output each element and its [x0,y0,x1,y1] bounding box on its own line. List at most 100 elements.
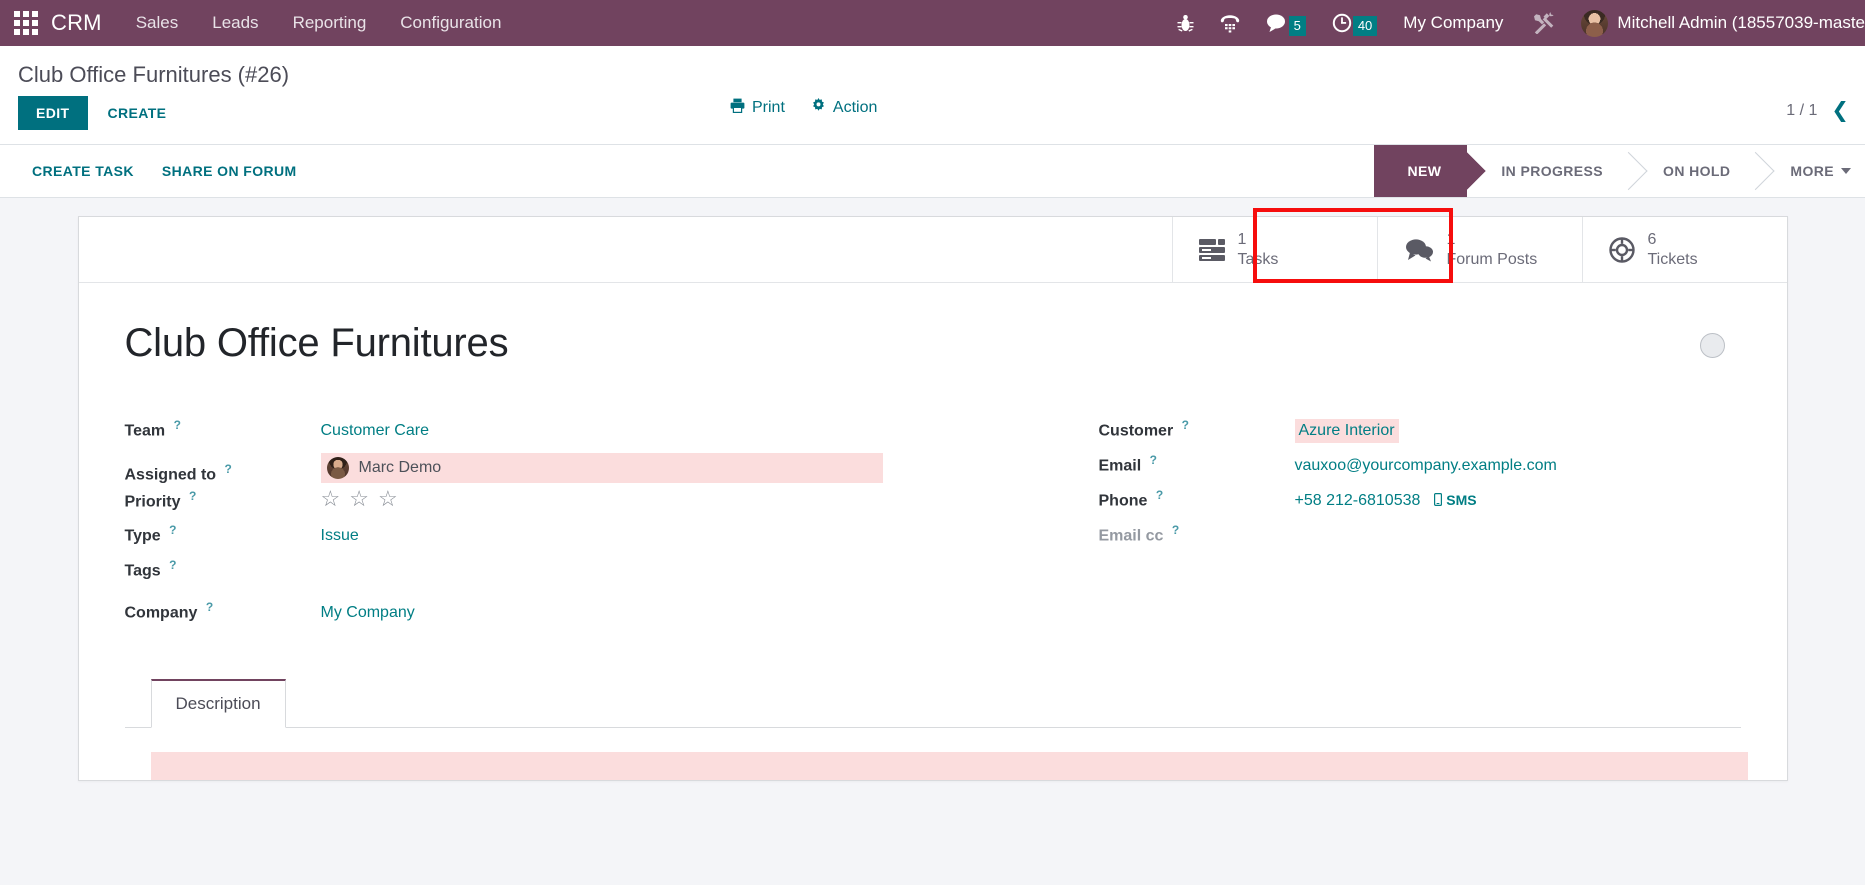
field-customer: Customer ? Azure Interior [1099,418,1741,453]
field-customer-value[interactable]: Azure Interior [1294,419,1399,444]
field-email-cc-label-text: Email cc [1098,527,1164,545]
user-menu[interactable]: Mitchell Admin (18557039-maste [1617,13,1865,33]
form-sheet-wrapper: 1 Tasks 1 Forum Posts 6 Tickets Club Off… [0,198,1865,781]
field-team-value[interactable]: Customer Care [321,422,429,440]
forum-posts-count: 1 [1446,230,1456,248]
menu-leads[interactable]: Leads [212,13,258,33]
help-icon[interactable]: ? [206,600,213,614]
action-button[interactable]: Action [811,98,877,118]
field-type-label-text: Type [124,527,161,545]
create-task-button[interactable]: CREATE TASK [18,154,148,188]
field-company-label-text: Company [124,604,198,622]
gear-icon [811,98,826,118]
create-button[interactable]: CREATE [102,96,173,130]
stage-pipeline: NEW IN PROGRESS ON HOLD MORE [1373,145,1865,197]
tasks-count: 1 [1237,230,1247,248]
field-tags: Tags ? [125,558,933,593]
apps-grid-icon[interactable] [13,10,39,36]
field-tags-label-text: Tags [124,562,161,580]
field-phone-value[interactable]: +58 212-6810538 [1295,492,1421,510]
priority-star-3[interactable]: ☆ [378,488,398,510]
field-company-value[interactable]: My Company [321,604,415,622]
stage-new-label: NEW [1407,163,1442,179]
menu-reporting[interactable]: Reporting [293,13,367,33]
top-navbar: CRM Sales Leads Reporting Configuration [0,0,1865,46]
help-icon[interactable]: ? [169,558,176,572]
company-switcher[interactable]: My Company [1403,13,1503,33]
send-sms-button[interactable]: SMS [1434,492,1477,509]
field-phone: Phone ? +58 212-6810538 SMS [1099,488,1741,523]
assigned-user-name: Marc Demo [358,459,442,476]
description-textarea[interactable] [150,752,1748,780]
activities-clock-icon[interactable]: 40 [1332,10,1378,36]
sms-label: SMS [1446,492,1477,509]
notebook-page-description [125,728,1748,780]
priority-star-2[interactable]: ☆ [349,488,369,510]
field-customer-label-text: Customer [1098,422,1174,440]
avatar[interactable] [1581,9,1609,37]
control-panel-buttons: EDIT CREATE Print Action 1 / 1 ❮ [0,90,1865,144]
share-on-forum-button[interactable]: SHARE ON FORUM [148,154,311,188]
help-icon[interactable]: ? [189,489,196,503]
record-title: Club Office Furnitures [124,321,509,365]
help-icon[interactable]: ? [1182,418,1189,432]
tab-description[interactable]: Description [150,679,286,728]
messages-icon[interactable]: 5 [1266,10,1306,36]
field-email-cc: Email cc ? [1099,523,1741,558]
assigned-user-avatar [326,457,349,479]
form-body: Club Office Furnitures Team ? Customer C… [79,283,1787,635]
form-column-left: Team ? Customer Care Assigned to ? Marc … [125,418,933,635]
print-button[interactable]: Print [730,98,785,118]
field-team: Team ? Customer Care [125,418,933,453]
smart-button-tasks[interactable]: 1 Tasks [1171,217,1377,282]
comments-icon [1404,237,1434,262]
help-icon[interactable]: ? [169,523,176,537]
help-icon[interactable]: ? [1150,453,1157,467]
smart-button-forum-posts-text: 1 Forum Posts [1447,230,1538,270]
field-email: Email ? vauxoo@yourcompany.example.com [1099,453,1741,488]
field-priority-stars[interactable]: ☆ ☆ ☆ [321,488,398,510]
help-icon[interactable]: ? [174,418,181,432]
printer-icon [730,98,745,118]
tickets-label: Tickets [1647,250,1698,268]
smart-button-tasks-text: 1 Tasks [1238,230,1279,270]
field-team-label-text: Team [124,422,166,440]
smart-button-tickets[interactable]: 6 Tickets [1581,217,1787,282]
stage-new[interactable]: NEW [1373,145,1468,197]
menu-sales[interactable]: Sales [136,13,179,33]
field-email-value[interactable]: vauxoo@yourcompany.example.com [1295,457,1557,475]
menu-configuration[interactable]: Configuration [400,13,501,33]
priority-star-1[interactable]: ☆ [321,488,341,510]
smart-button-tickets-text: 6 Tickets [1648,230,1698,270]
bug-icon[interactable] [1177,14,1194,33]
stage-on-hold-label: ON HOLD [1663,163,1731,179]
forum-posts-label: Forum Posts [1446,250,1538,268]
field-email-cc-label: Email cc ? [1099,523,1295,545]
life-buoy-icon [1608,236,1635,263]
field-customer-label: Customer ? [1099,418,1295,440]
stage-in-progress[interactable]: IN PROGRESS [1467,145,1630,197]
stage-on-hold[interactable]: ON HOLD [1629,145,1757,197]
voip-phone-icon[interactable] [1220,14,1240,33]
field-type-value[interactable]: Issue [321,527,359,545]
notebook: Description [79,679,1787,780]
field-tags-label: Tags ? [125,558,321,580]
navbar-right-group: 5 40 My Company Mitchell Admin (18557039… [1177,0,1865,46]
kanban-state-circle[interactable] [1699,333,1725,358]
field-priority: Priority ? ☆ ☆ ☆ [125,488,933,523]
field-phone-label-text: Phone [1098,492,1148,510]
edit-button[interactable]: EDIT [18,96,88,130]
field-company-label: Company ? [125,600,321,622]
field-priority-label-text: Priority [124,493,181,510]
help-icon[interactable]: ? [1156,488,1163,502]
field-type: Type ? Issue [125,523,933,558]
tools-icon[interactable] [1533,12,1555,34]
stage-more-label: MORE [1790,163,1834,179]
field-assigned-to-value[interactable]: Marc Demo [320,453,883,483]
smart-button-forum-posts[interactable]: 1 Forum Posts [1376,217,1582,282]
field-assigned-to-label-text: Assigned to [124,466,217,483]
app-brand-crm[interactable]: CRM [51,10,102,36]
chevron-left-icon[interactable]: ❮ [1831,100,1849,121]
help-icon[interactable]: ? [225,462,232,476]
help-icon[interactable]: ? [1172,523,1179,537]
